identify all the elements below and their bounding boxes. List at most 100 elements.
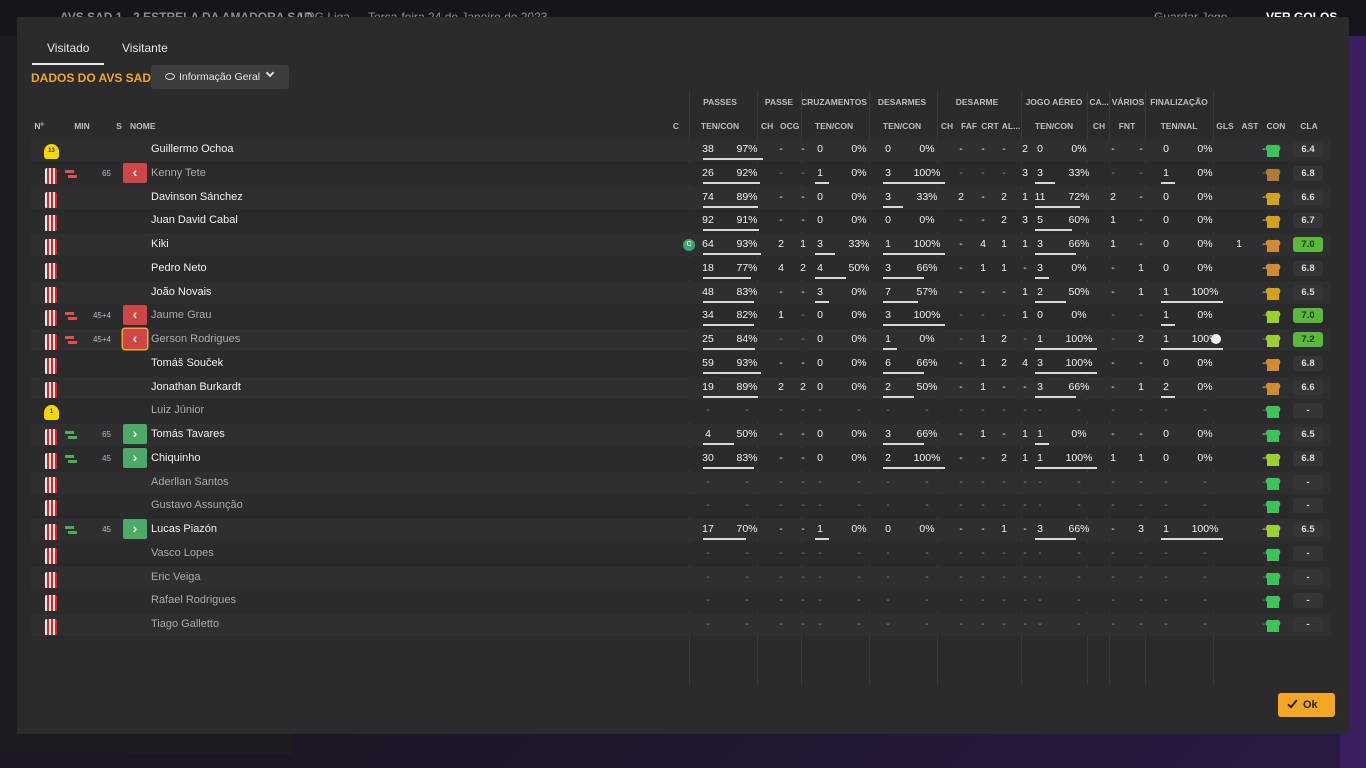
- view-select[interactable]: Informação Geral: [151, 65, 289, 89]
- table-row[interactable]: 13 Guillermo Ochoa 38 97% 0 0% 0 0% 0 0% 0 0% - - - - -2…: [31, 139, 1331, 161]
- tackles-attempts: 3: [885, 428, 891, 440]
- column-header-gls[interactable]: GLS: [1215, 121, 1235, 131]
- column-header-ch2[interactable]: CH: [939, 121, 955, 131]
- table-row[interactable]: Tiago Galletto - - - - - - - - - - - - - - - - - - - -: [31, 614, 1331, 636]
- ch1-value: -: [779, 499, 783, 512]
- player-name[interactable]: Kenny Tete: [151, 167, 206, 179]
- table-row[interactable]: ‹ 45+4 Gerson Rodrigues 25 84% 0 0% 1 0% 1 100% 1 10…: [31, 329, 1331, 351]
- faf-value: -: [981, 451, 985, 464]
- column-header-des[interactable]: TEN/CON: [869, 121, 935, 131]
- column-header-ch3[interactable]: CH: [1091, 121, 1107, 131]
- player-name[interactable]: Chiquinho: [151, 452, 201, 464]
- table-row[interactable]: Eric Veiga - - - - - - - - - - - - - - - - - - - -: [31, 566, 1331, 589]
- column-header-min[interactable]: MIN: [69, 121, 95, 131]
- table-row[interactable]: Gustavo Assunção - - - - - - - - - - - - - - - - - - - -: [31, 495, 1331, 518]
- finishing-success-rate: 0%: [1197, 238, 1213, 250]
- aerial-success-rate: -: [1077, 570, 1081, 583]
- tackles-attempts: 1: [885, 238, 891, 250]
- table-row[interactable]: › 65 Tomás Tavares 4 50% 0 0% 3 66% 1 0% 0 0% - - -1-1-…: [31, 424, 1331, 446]
- tackles-attempts: -: [886, 594, 890, 607]
- player-name[interactable]: Eric Veiga: [151, 571, 201, 583]
- column-header-passes[interactable]: TEN/CON: [689, 121, 751, 131]
- table-row[interactable]: Kiki C 64 93% 3 33% 1 100% 3 66% 0 0% 2 1-4 1 1 1-1-7.0: [31, 234, 1331, 256]
- player-name[interactable]: Juan David Cabal: [151, 214, 238, 226]
- table-row[interactable]: Tomáš Souček 59 93% 0 0% 6 66% 3 100% 0 0% - - -1 2 4- -…: [31, 352, 1331, 375]
- crosses-success-rate: 50%: [848, 261, 870, 274]
- player-name[interactable]: Tiago Galletto: [151, 618, 219, 630]
- dch-value: -: [959, 523, 963, 535]
- player-name[interactable]: Gerson Rodrigues: [151, 333, 240, 345]
- tackles-attempts: -: [886, 546, 890, 559]
- table-row[interactable]: ‹ 45+4 Jaume Grau 34 82% 0 0% 3 100% 0 0% 1 0% 1- - - -1…: [31, 305, 1331, 328]
- tackles-attempts: -: [886, 499, 890, 512]
- passes-attempts: 34: [702, 309, 714, 322]
- player-name[interactable]: Gustavo Assunção: [151, 499, 243, 511]
- column-header-ch1[interactable]: CH: [761, 121, 773, 131]
- group-header-aereo: JOGO AÉREO: [1025, 97, 1083, 107]
- column-header-fnt[interactable]: FNT: [1115, 121, 1139, 131]
- al-value: 1: [1022, 190, 1028, 203]
- table-row[interactable]: Rafael Rodrigues - - - - - - - - - - - - - - - - - - - -: [31, 590, 1331, 613]
- crosses-success-rate: -: [857, 499, 861, 512]
- column-header-final[interactable]: TEN/NAL: [1147, 121, 1211, 131]
- player-name[interactable]: João Novais: [151, 286, 212, 298]
- table-row[interactable]: Aderllan Santos - - - - - - - - - - - - - - - - - - - -: [31, 471, 1331, 494]
- column-header-ast[interactable]: AST: [1240, 121, 1260, 131]
- player-name[interactable]: Aderllan Santos: [151, 476, 229, 488]
- table-row[interactable]: Vasco Lopes - - - - - - - - - - - - - - - - - - - -: [31, 542, 1331, 565]
- aerial-bar: [1035, 276, 1049, 279]
- player-name[interactable]: Tomáš Souček: [151, 357, 223, 369]
- passes-attempts: 19: [702, 380, 714, 393]
- al-value: -: [1023, 333, 1027, 345]
- column-header-al[interactable]: AL...: [1001, 121, 1021, 131]
- dch-value: -: [959, 618, 963, 630]
- tackles-bar: [883, 253, 945, 255]
- player-name[interactable]: Jaume Grau: [151, 309, 212, 321]
- passes-attempts: -: [706, 404, 710, 417]
- faf-value: 1: [980, 428, 986, 440]
- column-header-s[interactable]: S: [111, 121, 127, 131]
- player-name[interactable]: Kiki: [151, 238, 169, 250]
- player-rating: -: [1293, 403, 1323, 419]
- column-header-ocg[interactable]: OCG: [780, 121, 799, 131]
- passes-success-rate: -: [745, 546, 749, 559]
- crt-value: -: [1002, 285, 1006, 298]
- table-row[interactable]: › 45 Lucas Piazón 17 70% 1 0% 0 0% 3 66% 1 100% - - - -1…: [31, 519, 1331, 541]
- table-row[interactable]: ‹ 65 Kenny Tete 26 92% 1 0% 3 100% 3 33% 1 0% - - - - -3-…: [31, 162, 1331, 185]
- player-name[interactable]: Vasco Lopes: [151, 547, 214, 559]
- table-row[interactable]: Davinson Sánchez 74 89% 0 0% 3 33% 11 72% 0 0% - -2-…: [31, 186, 1331, 209]
- player-name[interactable]: Lucas Piazón: [151, 523, 217, 535]
- player-name[interactable]: Tomás Tavares: [151, 428, 225, 440]
- column-header-cla[interactable]: CLA: [1297, 121, 1321, 131]
- tab-away[interactable]: Visitante: [122, 41, 168, 55]
- player-name[interactable]: Pedro Neto: [151, 262, 207, 274]
- player-name[interactable]: Guillermo Ochoa: [151, 143, 234, 155]
- column-header-aereo[interactable]: TEN/CON: [1021, 121, 1087, 131]
- table-row[interactable]: Pedro Neto 18 77% 4 50% 3 66% 3 0% 0 0% 4 2-1 1- -1-6.…: [31, 257, 1331, 280]
- column-header-crt[interactable]: CRT: [981, 121, 999, 131]
- column-header-faf[interactable]: FAF: [960, 121, 978, 131]
- table-row[interactable]: 1 Luiz Júnior - - - - - - - - - - - - - - - - - - - -: [31, 400, 1331, 423]
- tackles-success-rate: 100%: [913, 166, 941, 179]
- player-name[interactable]: Jonathan Burkardt: [151, 381, 241, 393]
- table-row[interactable]: › 45 Chiquinho 30 83% 0 0% 2 100% 1 100% 0 0% - - - -2 1 1…: [31, 447, 1331, 470]
- tab-home[interactable]: Visitado: [31, 41, 106, 65]
- tackles-success-rate: -: [925, 404, 929, 417]
- column-header-con[interactable]: CON: [1265, 121, 1287, 131]
- table-row[interactable]: João Novais 48 83% 3 0% 7 57% 2 50% 1 100% - - - - -1-1…: [31, 281, 1331, 304]
- player-name[interactable]: Rafael Rodrigues: [151, 594, 236, 606]
- column-header-c[interactable]: C: [669, 121, 683, 131]
- ocg-value: -: [801, 546, 805, 559]
- player-name[interactable]: Davinson Sánchez: [151, 191, 243, 203]
- ok-button[interactable]: Ok: [1278, 693, 1335, 717]
- ocg-value: -: [801, 285, 805, 298]
- finishing-attempts: 1: [1163, 285, 1169, 298]
- column-header-cruz[interactable]: TEN/CON: [801, 121, 867, 131]
- shirt-icon: [37, 236, 57, 255]
- column-header-nome[interactable]: NOME: [130, 121, 170, 131]
- table-row[interactable]: Jonathan Burkardt 19 89% 0 0% 2 50% 3 66% 2 0% 2 2-1…: [31, 376, 1331, 399]
- striped-shirt-icon: [45, 381, 57, 398]
- column-header-num[interactable]: Nº: [21, 121, 57, 131]
- player-name[interactable]: Luiz Júnior: [151, 404, 204, 416]
- table-row[interactable]: Juan David Cabal 92 91% 0 0% 0 0% 5 60% 0 0% - - - -2 3…: [31, 210, 1331, 233]
